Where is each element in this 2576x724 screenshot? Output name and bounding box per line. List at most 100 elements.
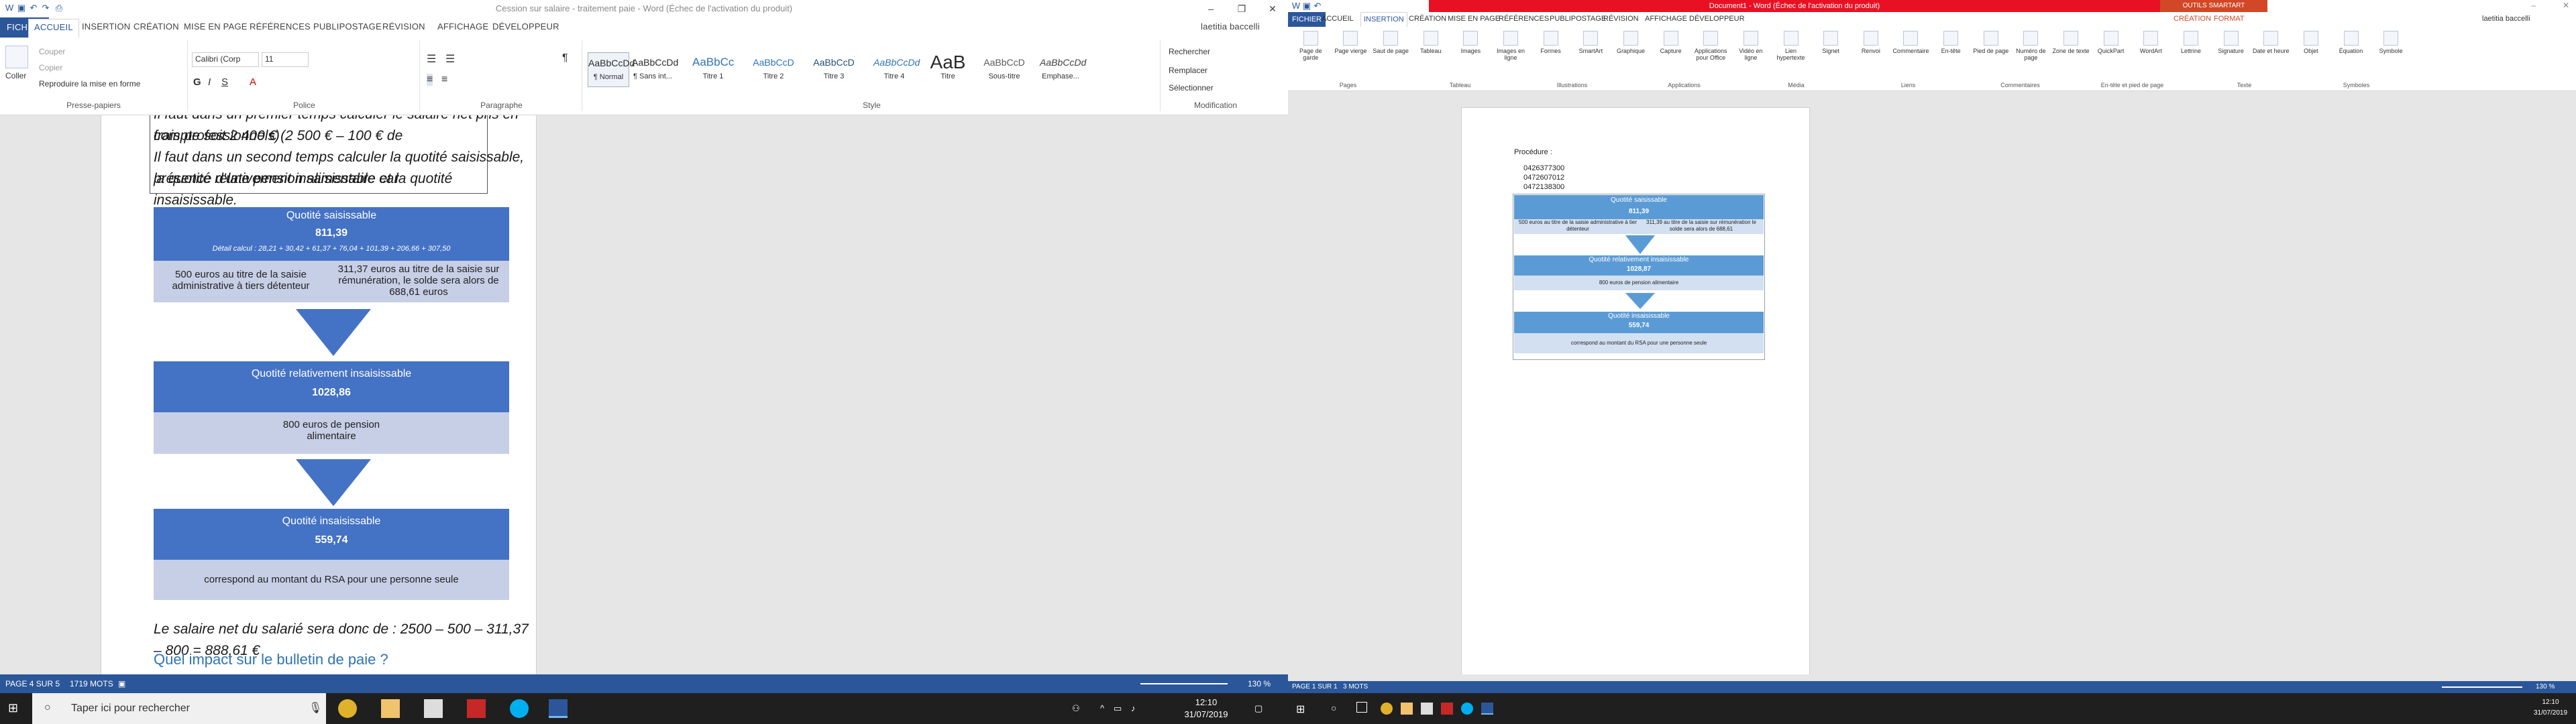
search-icon-right[interactable]: ○	[1331, 703, 1336, 713]
ribbon-button[interactable]: Équation	[2332, 31, 2370, 54]
word-taskbar-icon[interactable]	[549, 699, 568, 718]
style-sous-titre[interactable]: AaBbCcD Sous-titre	[983, 52, 1025, 87]
clock[interactable]: 12:10 31/07/2019	[1181, 697, 1232, 721]
tab-revision[interactable]: RÉVISION	[1603, 15, 1639, 23]
tab-smartart-creation[interactable]: CRÉATION	[2174, 15, 2211, 23]
replace-button[interactable]: Remplacer	[1169, 66, 1208, 75]
font-color-icon[interactable]: A	[250, 76, 256, 88]
ribbon-button[interactable]: Pied de page	[1972, 31, 2010, 54]
save-icon[interactable]: ▣	[1301, 1, 1312, 11]
document-page[interactable]: Il faut dans un premier temps calculer l…	[101, 115, 537, 674]
taskbar-search[interactable]: ○ Taper ici pour rechercher 🎙	[32, 693, 326, 724]
tab-affichage[interactable]: AFFICHAGE	[437, 21, 488, 32]
ribbon-button[interactable]: QuickPart	[2092, 31, 2130, 54]
minimize-icon[interactable]: –	[1195, 0, 1226, 17]
copy-button[interactable]: Copier	[39, 63, 62, 72]
ribbon-button[interactable]: Numéro de page	[2012, 31, 2050, 61]
store-icon-right[interactable]	[1421, 703, 1433, 715]
zoom-level[interactable]: 130 %	[1248, 679, 1271, 688]
underline-icon[interactable]: S	[221, 76, 228, 88]
tab-developpeur[interactable]: DÉVELOPPEUR	[1689, 15, 1745, 23]
paste-icon[interactable]	[5, 46, 28, 68]
skype-icon-right[interactable]	[1461, 703, 1473, 715]
saisissable-box[interactable]: Quotité saisissable 811,39 Détail calcul…	[154, 207, 509, 261]
gift-icon-right[interactable]	[1441, 703, 1453, 715]
skype-icon[interactable]	[510, 699, 529, 718]
ribbon-button[interactable]: Saut de page	[1372, 31, 1409, 54]
ribbon-button[interactable]: Date et heure	[2252, 31, 2290, 54]
tab-publipostage[interactable]: PUBLIPOSTAGE	[1550, 15, 1606, 23]
ribbon-button[interactable]: Signature	[2212, 31, 2250, 54]
user-name[interactable]: laetitia baccelli	[2482, 15, 2530, 23]
ribbon-button[interactable]: En-tête	[1932, 31, 1970, 54]
ribbon-button[interactable]: Objet	[2292, 31, 2330, 54]
tab-affichage[interactable]: AFFICHAGE	[1645, 15, 1687, 23]
relativement-box[interactable]: Quotité relativement insaisissable 1028,…	[154, 361, 509, 412]
style-titre-2[interactable]: AaBbCcD Titre 2	[753, 52, 794, 87]
find-button[interactable]: Rechercher	[1169, 47, 1210, 56]
store-icon[interactable]	[424, 699, 443, 718]
ribbon-button[interactable]: WordArt	[2133, 31, 2170, 54]
style-titre[interactable]: AaB Titre	[927, 52, 969, 87]
ribbon-button[interactable]: Images en ligne	[1492, 31, 1529, 61]
windows-start-icon[interactable]: ⊞	[8, 701, 21, 715]
file-explorer-icon[interactable]	[381, 699, 400, 718]
tab-insertion[interactable]: INSERTION	[82, 21, 130, 32]
volume-icon[interactable]: ♪	[1131, 703, 1136, 715]
minimize-icon[interactable]: –	[2531, 1, 2536, 10]
ribbon-button[interactable]: Applications pour Office	[1692, 31, 1729, 61]
align-center-icon[interactable]: ≡	[441, 74, 447, 86]
tab-insertion[interactable]: INSERTION	[1360, 12, 1407, 27]
people-icon[interactable]: ⚇	[1072, 703, 1080, 715]
ribbon-button[interactable]: Renvoi	[1852, 31, 1890, 54]
ribbon-button[interactable]: Tableau	[1412, 31, 1450, 54]
word-count[interactable]: 3 MOTS	[1343, 683, 1368, 690]
word-count[interactable]: 1719 MOTS	[70, 679, 113, 688]
style-titre-4[interactable]: AaBbCcDd Titre 4	[873, 52, 920, 87]
paste-button[interactable]: Coller	[5, 71, 26, 80]
tab-revision[interactable]: RÉVISION	[382, 21, 425, 32]
italic-icon[interactable]: I	[208, 76, 211, 88]
chrome-icon[interactable]	[338, 699, 357, 718]
ribbon-button[interactable]: Formes	[1532, 31, 1570, 54]
document-page[interactable]: Procédure : 0426377300 0472607012 047213…	[1461, 107, 1810, 674]
tab-creation[interactable]: CRÉATION	[133, 21, 179, 32]
format-painter-button[interactable]: Reproduire la mise en forme	[39, 79, 140, 88]
user-name[interactable]: laetitia baccelli	[1201, 21, 1260, 32]
tab-accueil[interactable]: ACCUEIL	[1322, 15, 1354, 23]
saisissable-box[interactable]: Quotité saisissable 811,39	[1514, 195, 1764, 219]
word-icon[interactable]: W	[1291, 1, 1301, 11]
relativement-box[interactable]: Quotité relativement insaisissable 1028,…	[1514, 255, 1764, 276]
style-titre-1[interactable]: AaBbCc Titre 1	[692, 52, 734, 87]
ribbon-button[interactable]: Commentaire	[1892, 31, 1930, 54]
insaisissable-box[interactable]: Quotité insaisissable 559,74	[1514, 312, 1764, 333]
word-taskbar-icon-right[interactable]	[1481, 703, 1493, 715]
ribbon-button[interactable]: Symbole	[2372, 31, 2410, 54]
bold-icon[interactable]: G	[193, 76, 201, 88]
tab-fichier[interactable]: FICHIER	[1288, 12, 1326, 27]
file-explorer-icon-right[interactable]	[1401, 703, 1413, 715]
tab-references[interactable]: RÉFÉRENCES	[1499, 15, 1549, 23]
pilcrow-icon[interactable]: ¶	[562, 52, 568, 64]
ribbon-button[interactable]: Capture	[1652, 31, 1690, 54]
tab-mise-en-page[interactable]: MISE EN PAGE	[1448, 15, 1500, 23]
clock-right[interactable]: 12:10 31/07/2019	[2530, 697, 2571, 719]
notification-icon[interactable]: ▢	[1254, 703, 1263, 715]
cut-button[interactable]: Couper	[39, 47, 65, 56]
ribbon-button[interactable]: Page vierge	[1332, 31, 1370, 54]
align-left-icon[interactable]: ≡	[427, 74, 433, 86]
ribbon-button[interactable]: Graphique	[1612, 31, 1650, 54]
ribbon-button[interactable]: Page de garde	[1292, 31, 1330, 61]
close-icon[interactable]: ✕	[1257, 0, 1288, 17]
tab-references[interactable]: RÉFÉRENCES	[250, 21, 311, 32]
page-count[interactable]: PAGE 4 SUR 5	[5, 679, 60, 688]
restore-icon[interactable]: ❐	[1226, 0, 1257, 17]
font-size-select[interactable]: 11	[262, 52, 309, 67]
ribbon-button[interactable]: SmartArt	[1572, 31, 1610, 54]
network-icon[interactable]: ▭	[1114, 703, 1122, 715]
font-family-select[interactable]: Calibri (Corp	[192, 52, 259, 67]
tab-accueil[interactable]: ACCUEIL	[28, 19, 79, 38]
ribbon-button[interactable]: Signet	[1812, 31, 1849, 54]
numbering-icon[interactable]: ☰	[445, 52, 455, 66]
gift-icon[interactable]	[467, 699, 486, 718]
